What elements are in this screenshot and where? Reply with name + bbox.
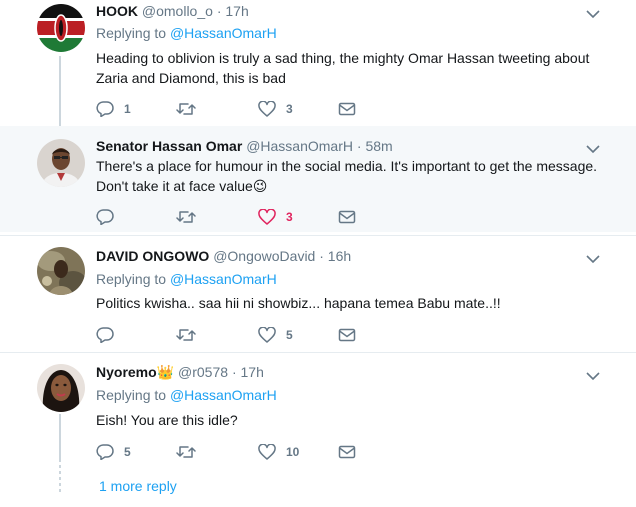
like-button[interactable]: 3 (258, 99, 293, 119)
dm-button[interactable] (338, 325, 356, 345)
timestamp[interactable]: 17h (241, 364, 264, 380)
tweet-text: Politics kwisha.. saa hii ni showbiz... … (96, 295, 501, 311)
reply-icon (96, 444, 114, 460)
avatar[interactable] (37, 4, 85, 52)
tweet-text: Eish! You are this idle? (96, 412, 238, 428)
reply-count: 5 (124, 445, 131, 459)
more-reply-link[interactable]: 1 more reply (99, 478, 177, 494)
like-icon (258, 327, 276, 343)
thread-dots (59, 465, 61, 495)
like-icon (258, 101, 276, 117)
separator-dot: · (216, 3, 222, 19)
retweet-button[interactable] (176, 99, 206, 119)
reply-button[interactable]: 5 (96, 442, 131, 462)
like-button[interactable]: 5 (258, 325, 293, 345)
tweet-david-ongowo[interactable]: DAVID ONGOWO @OngowoDavid · 16h Replying… (0, 236, 636, 352)
thread-line (59, 56, 61, 126)
retweet-icon (176, 329, 196, 341)
display-name[interactable]: Senator Hassan Omar (96, 138, 242, 154)
separator-dot: · (319, 248, 324, 264)
avatar[interactable] (37, 247, 85, 295)
dm-button[interactable] (338, 207, 356, 227)
avatar[interactable] (37, 139, 85, 187)
replying-to-link[interactable]: @HassanOmarH (170, 25, 277, 41)
chevron-down-icon[interactable] (586, 254, 600, 264)
timestamp[interactable]: 17h (225, 3, 248, 19)
dm-icon (338, 328, 356, 342)
reply-icon (96, 209, 114, 225)
dm-button[interactable] (338, 442, 356, 462)
like-button[interactable]: 3 (258, 207, 293, 227)
like-icon (258, 444, 276, 460)
dm-icon (338, 102, 356, 116)
tweet-header: HOOK @omollo_o · 17h (96, 3, 249, 19)
replying-to-label: Replying to (96, 387, 167, 403)
chevron-down-icon[interactable] (586, 9, 600, 19)
display-name[interactable]: Nyoremo (96, 364, 157, 380)
tweet-actions: 3 (96, 207, 396, 227)
tweet-hassan-omar[interactable]: Senator Hassan Omar @HassanOmarH · 58m T… (0, 126, 636, 232)
user-handle[interactable]: @OngowoDavid (213, 248, 315, 264)
tweet-actions: 5 10 (96, 442, 396, 462)
reply-count: 1 (124, 102, 131, 116)
like-count: 10 (286, 445, 300, 459)
tweet-text-body: There's a place for humour in the social… (96, 158, 598, 194)
dm-icon (338, 210, 356, 224)
like-count: 3 (286, 210, 293, 224)
replying-to-label: Replying to (96, 271, 167, 287)
tweet-text: There's a place for humour in the social… (96, 156, 616, 196)
crown-emoji: 👑 (156, 364, 175, 380)
tweet-header: Senator Hassan Omar @HassanOmarH · 58m (96, 138, 393, 154)
avatar[interactable] (37, 364, 85, 412)
retweet-button[interactable] (176, 207, 206, 227)
reply-button[interactable]: 1 (96, 99, 131, 119)
tweet-nyoremo[interactable]: Nyoremo👑 @r0578 · 17h Replying to @Hassa… (0, 353, 636, 507)
retweet-button[interactable] (176, 325, 206, 345)
user-handle[interactable]: @r0578 (178, 364, 228, 380)
replying-to: Replying to @HassanOmarH (96, 387, 277, 403)
reply-icon (96, 327, 114, 343)
reply-button[interactable] (96, 207, 124, 227)
chevron-down-icon[interactable] (586, 371, 600, 381)
thread-line (59, 414, 61, 462)
dm-icon (338, 445, 356, 459)
tweet-header: DAVID ONGOWO @OngowoDavid · 16h (96, 248, 351, 264)
user-handle[interactable]: @HassanOmarH (246, 138, 353, 154)
dm-button[interactable] (338, 99, 356, 119)
tweet-actions: 5 (96, 325, 396, 345)
like-button[interactable]: 10 (258, 442, 299, 462)
wink-emoji: 😉 (252, 178, 268, 194)
like-count: 5 (286, 328, 293, 342)
retweet-button[interactable] (176, 442, 206, 462)
replying-to-link[interactable]: @HassanOmarH (170, 387, 277, 403)
replying-to: Replying to @HassanOmarH (96, 25, 277, 41)
user-handle[interactable]: @omollo_o (142, 3, 213, 19)
separator-dot: · (231, 364, 237, 380)
replying-to-link[interactable]: @HassanOmarH (170, 271, 277, 287)
reply-icon (96, 101, 114, 117)
display-name[interactable]: DAVID ONGOWO (96, 248, 209, 264)
timestamp[interactable]: 16h (328, 248, 351, 264)
chevron-down-icon[interactable] (586, 144, 600, 154)
timestamp[interactable]: 58m (365, 138, 392, 154)
replying-to-label: Replying to (96, 25, 167, 41)
like-icon (258, 209, 276, 225)
tweet-text: Heading to oblivion is truly a sad thing… (96, 50, 590, 86)
tweet-header: Nyoremo👑 @r0578 · 17h (96, 364, 264, 381)
display-name[interactable]: HOOK (96, 3, 138, 19)
like-count: 3 (286, 102, 293, 116)
replying-to: Replying to @HassanOmarH (96, 271, 277, 287)
retweet-icon (176, 446, 196, 458)
tweet-hook[interactable]: HOOK @omollo_o · 17h Replying to @Hassan… (0, 0, 636, 126)
reply-button[interactable] (96, 325, 124, 345)
separator-dot: · (356, 138, 362, 154)
tweet-actions: 1 3 (96, 99, 396, 119)
retweet-icon (176, 103, 196, 115)
retweet-icon (176, 211, 196, 223)
